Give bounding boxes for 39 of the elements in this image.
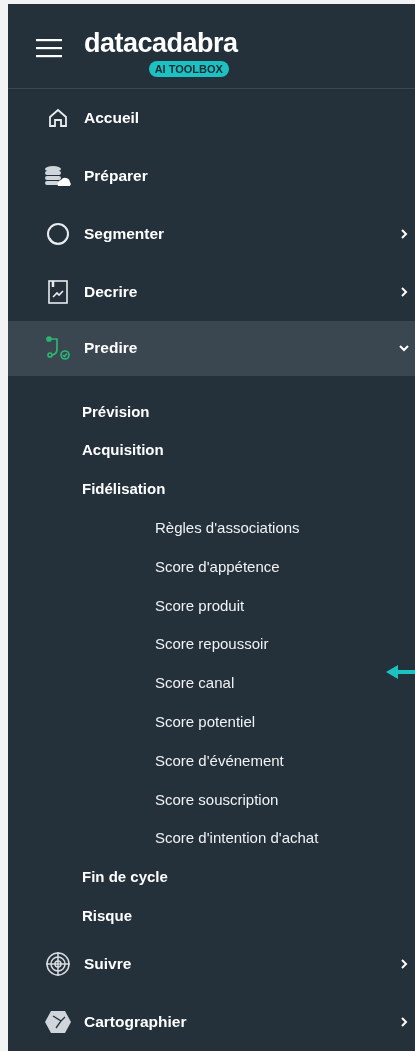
menu-item[interactable]: Decrire	[8, 262, 415, 321]
menu-label: Predire	[84, 339, 139, 358]
database-cloud-icon	[44, 164, 72, 187]
submenu-item[interactable]: Acquisition	[8, 430, 415, 470]
pointer-arrow	[386, 664, 415, 680]
submenu-item[interactable]: Score repoussoir	[8, 624, 415, 664]
ring-icon	[45, 220, 71, 247]
menu-label: Préparer	[84, 166, 149, 185]
submenu-item[interactable]: Règles d'associations	[8, 508, 415, 547]
product-badge: AI TOOLBOX	[148, 61, 229, 77]
menu-label: Accueil	[84, 108, 141, 127]
menu-item[interactable]: Cartographier	[8, 993, 415, 1051]
branch-check-icon	[45, 335, 71, 362]
menu-label: Decrire	[84, 282, 139, 301]
submenu-item[interactable]: Score canal	[8, 663, 415, 703]
menu-item[interactable]: Segmenter	[8, 204, 415, 263]
menu-item[interactable]: Suivre	[8, 934, 415, 993]
menu-item[interactable]: Accueil	[8, 88, 415, 147]
submenu-item[interactable]: Score d'appétence	[8, 547, 415, 586]
submenu-item[interactable]: Score d'événement	[8, 740, 415, 780]
target-icon	[45, 950, 71, 977]
submenu-item[interactable]: Score potentiel	[8, 702, 415, 741]
menu-item[interactable]: Predire	[8, 320, 415, 376]
home-icon	[47, 106, 69, 129]
menu-label: Segmenter	[84, 224, 166, 243]
menu-icon[interactable]	[36, 38, 62, 58]
submenu-item[interactable]: Fidélisation	[8, 469, 415, 509]
submenu-item[interactable]: Prévision	[8, 391, 415, 431]
submenu-item[interactable]: Risque	[8, 896, 415, 935]
menu-label: Suivre	[84, 954, 133, 973]
logo: datacadabra	[84, 30, 238, 57]
submenu-item[interactable]: Score souscription	[8, 779, 415, 819]
chart-document-icon	[47, 278, 69, 305]
menu-label: Cartographier	[84, 1013, 188, 1031]
hexagon-map-icon	[44, 1009, 72, 1035]
submenu-item[interactable]: Score d'intention d'achat	[8, 818, 415, 858]
submenu-item[interactable]: Score produit	[8, 585, 415, 625]
submenu-item[interactable]: Fin de cycle	[8, 857, 415, 897]
menu-item[interactable]: Préparer	[8, 146, 415, 205]
